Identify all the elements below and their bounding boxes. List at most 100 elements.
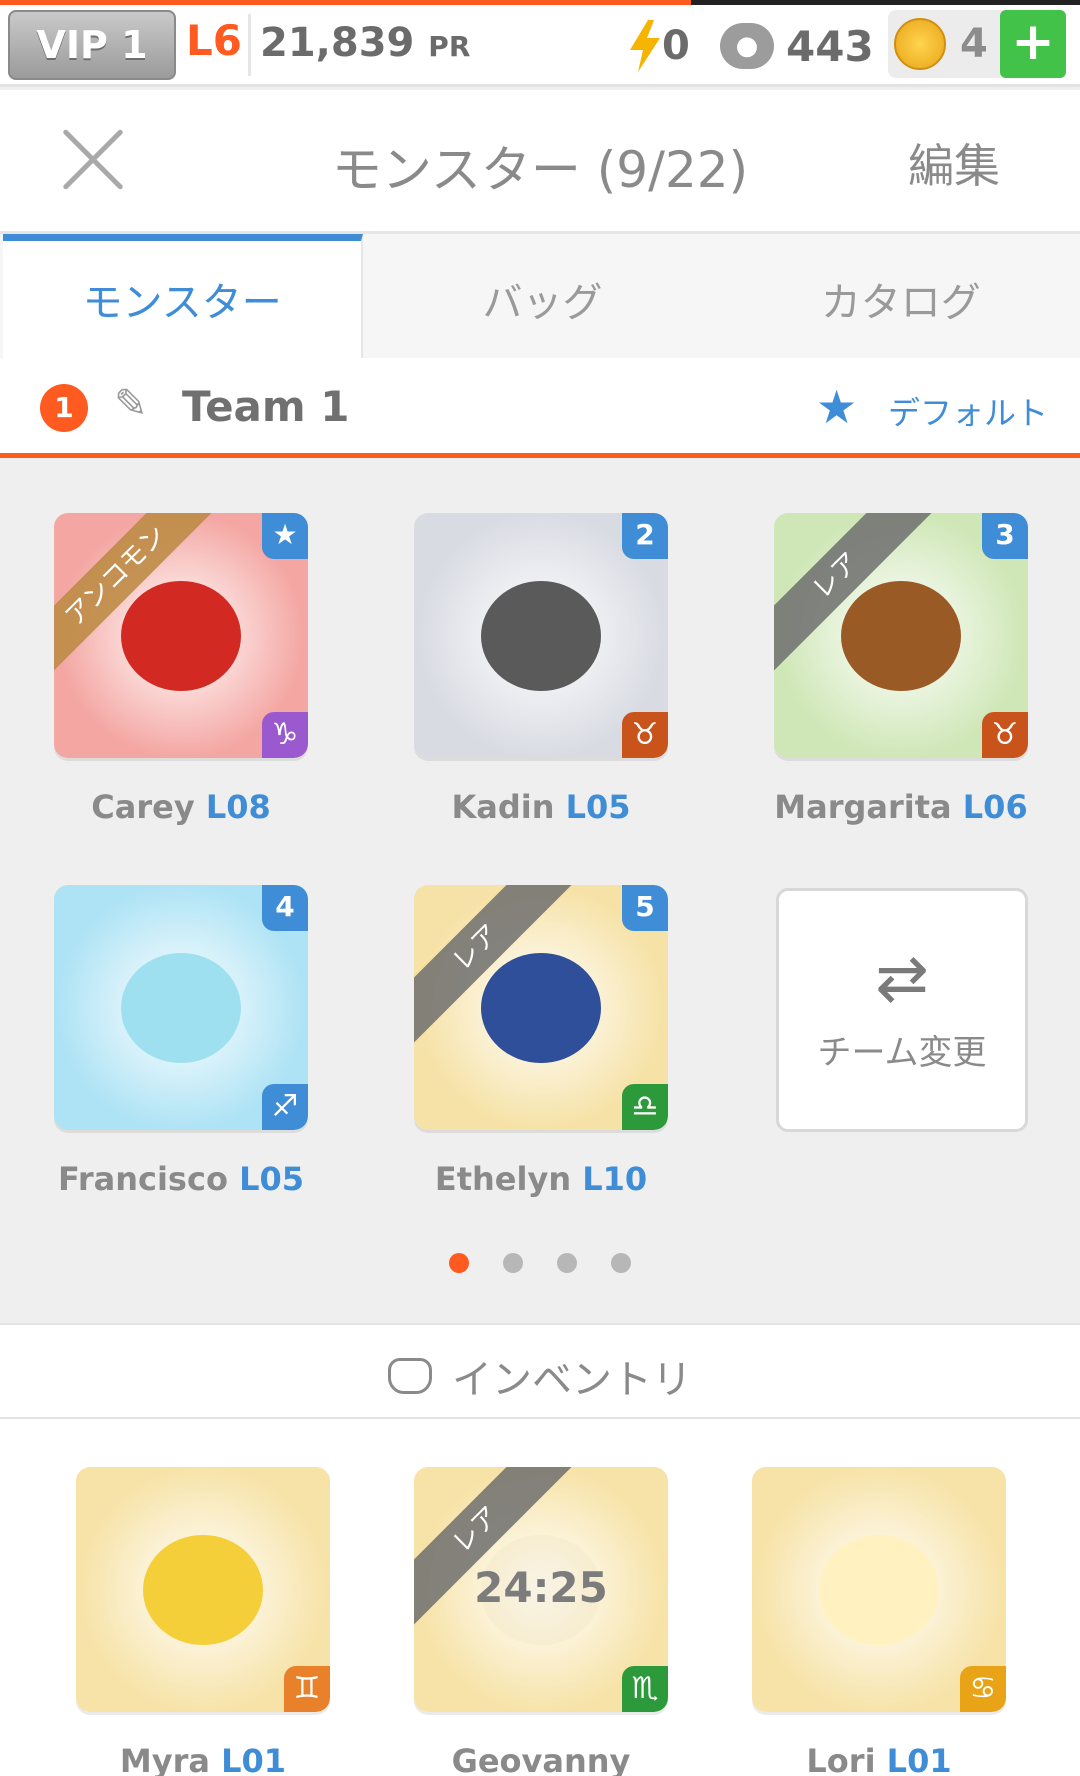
- monster-name: Lori: [806, 1742, 876, 1776]
- star-icon[interactable]: ★: [816, 380, 857, 434]
- paw-icon: ●: [720, 23, 774, 69]
- monster-level: L01: [221, 1742, 287, 1776]
- inventory-item[interactable]: ♊ Myra L01: [76, 1467, 330, 1776]
- xp-progress-remaining: [691, 0, 1080, 5]
- inventory-item[interactable]: レア 24:25 ♏ Geovanny: [414, 1467, 668, 1776]
- monster-level: L01: [886, 1742, 952, 1776]
- paw-counter[interactable]: ● 443: [720, 18, 874, 74]
- inventory-header: インベントリ: [0, 1323, 1080, 1419]
- page-dot[interactable]: [503, 1253, 523, 1273]
- page-dot[interactable]: [611, 1253, 631, 1273]
- team-slot-badge: 4: [262, 885, 308, 931]
- team-slot-badge: 3: [982, 513, 1028, 559]
- monster-name: Myra: [119, 1742, 210, 1776]
- monster-level: L05: [565, 788, 631, 826]
- monster-card[interactable]: アンコモン ★ ♑: [54, 513, 308, 758]
- page-header: モンスター (9/22) 編集: [0, 90, 1080, 234]
- monster-name: Carey: [91, 788, 195, 826]
- zodiac-icon: ♉: [622, 712, 668, 758]
- monster-card[interactable]: 2 ♉: [414, 513, 668, 758]
- monster-card[interactable]: 4 ♐: [54, 885, 308, 1130]
- monster-card[interactable]: ♊: [76, 1467, 330, 1712]
- monster-name: Francisco: [58, 1160, 228, 1198]
- inventory-item[interactable]: ♋ Lori L01: [752, 1467, 1006, 1776]
- monster-label: Geovanny: [414, 1742, 668, 1776]
- lightning-icon: [630, 20, 660, 72]
- cat-icon: [388, 1358, 432, 1394]
- pr-unit: PR: [428, 30, 471, 63]
- team-monster-slot[interactable]: 4 ♐ Francisco L05: [54, 885, 308, 1198]
- zodiac-icon: ♊: [284, 1666, 330, 1712]
- monster-label: Lori L01: [752, 1742, 1006, 1776]
- energy-value: 0: [662, 23, 690, 69]
- energy-counter[interactable]: 0: [628, 18, 690, 74]
- team-slot-badge: 2: [622, 513, 668, 559]
- coin-counter[interactable]: 4 +: [888, 10, 1066, 78]
- monster-level: L08: [205, 788, 271, 826]
- monster-label: Ethelyn L10: [414, 1160, 668, 1198]
- team-name[interactable]: Team 1: [182, 382, 350, 431]
- monster-card[interactable]: ♋: [752, 1467, 1006, 1712]
- monster-image: [841, 580, 961, 691]
- monster-name: Kadin: [451, 788, 555, 826]
- tab-bar: モンスター バッグ カタログ: [0, 234, 1080, 358]
- monster-label: Myra L01: [76, 1742, 330, 1776]
- monster-card[interactable]: レア 24:25 ♏: [414, 1467, 668, 1712]
- pr-counter: 21,839 PR: [260, 20, 470, 66]
- monster-image: [121, 952, 241, 1063]
- team-monster-slot[interactable]: アンコモン ★ ♑ Carey L08: [54, 513, 308, 826]
- xp-progress-bar: [0, 0, 692, 5]
- tab-catalog[interactable]: カタログ: [722, 234, 1080, 358]
- zodiac-icon: ♐: [262, 1084, 308, 1130]
- divider: [248, 14, 251, 76]
- edit-button[interactable]: 編集: [908, 130, 1000, 196]
- status-bar: VIP 1 L6 21,839 PR 0 ● 443 4 +: [0, 0, 1080, 87]
- team-monster-slot[interactable]: レア 3 ♉ Margarita L06: [774, 513, 1028, 826]
- monster-name: Geovanny: [451, 1742, 631, 1776]
- team-monster-slot[interactable]: レア 5 ♎ Ethelyn L10: [414, 885, 668, 1198]
- monster-label: Carey L08: [54, 788, 308, 826]
- default-button[interactable]: デフォルト: [888, 388, 1048, 434]
- team-slot-badge: ★: [262, 513, 308, 559]
- monster-label: Margarita L06: [774, 788, 1028, 826]
- team-slot-badge: 5: [622, 885, 668, 931]
- change-team-label: チーム変更: [817, 1033, 987, 1073]
- tab-bag[interactable]: バッグ: [363, 234, 721, 358]
- team-monster-slot[interactable]: 2 ♉ Kadin L05: [414, 513, 668, 826]
- monster-image: [481, 580, 601, 691]
- tab-monsters[interactable]: モンスター: [3, 234, 364, 358]
- change-team-button[interactable]: ⇄ チーム変更: [776, 888, 1028, 1132]
- zodiac-icon: ♑: [262, 712, 308, 758]
- close-icon[interactable]: [60, 126, 126, 192]
- monster-image: [819, 1534, 939, 1645]
- inventory-title: インベントリ: [452, 1357, 692, 1403]
- inventory-grid: ♊ Myra L01 レア 24:25 ♏ Geovanny ♋ Lori L01: [0, 1419, 1080, 1776]
- team-header: 1 ✎ Team 1 ★ デフォルト: [0, 358, 1080, 458]
- coin-icon: [894, 18, 946, 70]
- monster-label: Kadin L05: [414, 788, 668, 826]
- coin-value: 4: [960, 21, 988, 67]
- zodiac-icon: ♋: [960, 1666, 1006, 1712]
- player-level: L6: [186, 16, 242, 65]
- hatch-timer: 24:25: [474, 1563, 608, 1612]
- page-dot[interactable]: [557, 1253, 577, 1273]
- team-grid: アンコモン ★ ♑ Carey L08 2 ♉ Kadin L05 レア 3 ♉ Margarita…: [0, 463, 1080, 1323]
- monster-image: [121, 580, 241, 691]
- monster-card[interactable]: レア 5 ♎: [414, 885, 668, 1130]
- add-coins-button[interactable]: +: [1000, 10, 1066, 78]
- swap-arrows-icon: ⇄: [875, 942, 929, 1016]
- team-number-badge: 1: [40, 384, 88, 432]
- zodiac-icon: ♉: [982, 712, 1028, 758]
- monster-level: L06: [962, 788, 1028, 826]
- monster-label: Francisco L05: [54, 1160, 308, 1198]
- monster-card[interactable]: レア 3 ♉: [774, 513, 1028, 758]
- page-dot[interactable]: [449, 1253, 469, 1273]
- pencil-icon[interactable]: ✎: [114, 384, 154, 424]
- monster-image: [143, 1534, 263, 1645]
- pr-value: 21,839: [260, 20, 415, 66]
- monster-image: [481, 952, 601, 1063]
- monster-name: Ethelyn: [434, 1160, 572, 1198]
- monster-name: Margarita: [774, 788, 952, 826]
- vip-badge[interactable]: VIP 1: [8, 10, 176, 80]
- monster-level: L05: [239, 1160, 304, 1198]
